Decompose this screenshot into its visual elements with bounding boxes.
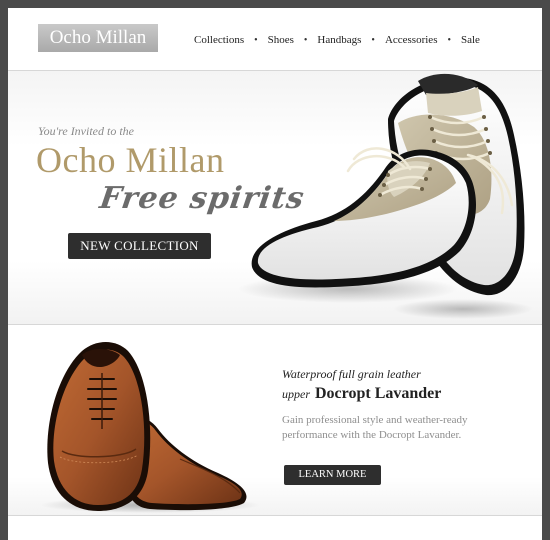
logo[interactable]: Ocho Millan	[38, 24, 158, 52]
nav-item-handbags[interactable]: Handbags	[317, 34, 361, 46]
nav-separator: •	[303, 34, 308, 46]
email-frame: Ocho Millan Collections • Shoes • Handba…	[8, 8, 542, 540]
saddle-shoes-image[interactable]	[238, 71, 542, 324]
product-feature: Waterproof full grain leather upper Docr…	[8, 325, 542, 516]
learn-more-button[interactable]: LEARN MORE	[284, 465, 381, 485]
nav-separator: •	[371, 34, 375, 46]
product-description: Gain professional style and weather-read…	[282, 414, 468, 441]
new-collection-button[interactable]: NEW COLLECTION	[68, 233, 211, 259]
product-name: Docropt Lavander	[315, 385, 442, 402]
hero-banner: You're Invited to the Ocho Millan Free s…	[8, 71, 542, 325]
nav-item-sale[interactable]: Sale	[461, 34, 480, 46]
hero-brand-title: Ocho Millan	[36, 140, 225, 180]
nav-item-collections[interactable]: Collections	[194, 34, 244, 46]
nav-separator: •	[254, 34, 258, 46]
nav-item-shoes[interactable]: Shoes	[268, 34, 294, 46]
product-title-line: upper Docropt Lavander	[282, 385, 441, 403]
oxford-shoes-image[interactable]	[30, 333, 260, 513]
nav-separator: •	[447, 34, 451, 46]
product-subtitle: Waterproof full grain leather	[282, 367, 421, 381]
nav-item-accessories[interactable]: Accessories	[385, 34, 438, 46]
header: Ocho Millan Collections • Shoes • Handba…	[8, 8, 542, 71]
shoe-shadow	[393, 299, 533, 319]
product-title-prefix: upper	[282, 387, 310, 401]
hero-invite-text: You're Invited to the	[38, 124, 134, 138]
left-oxford-shoe	[47, 342, 151, 511]
main-nav: Collections • Shoes • Handbags • Accesso…	[194, 32, 480, 48]
